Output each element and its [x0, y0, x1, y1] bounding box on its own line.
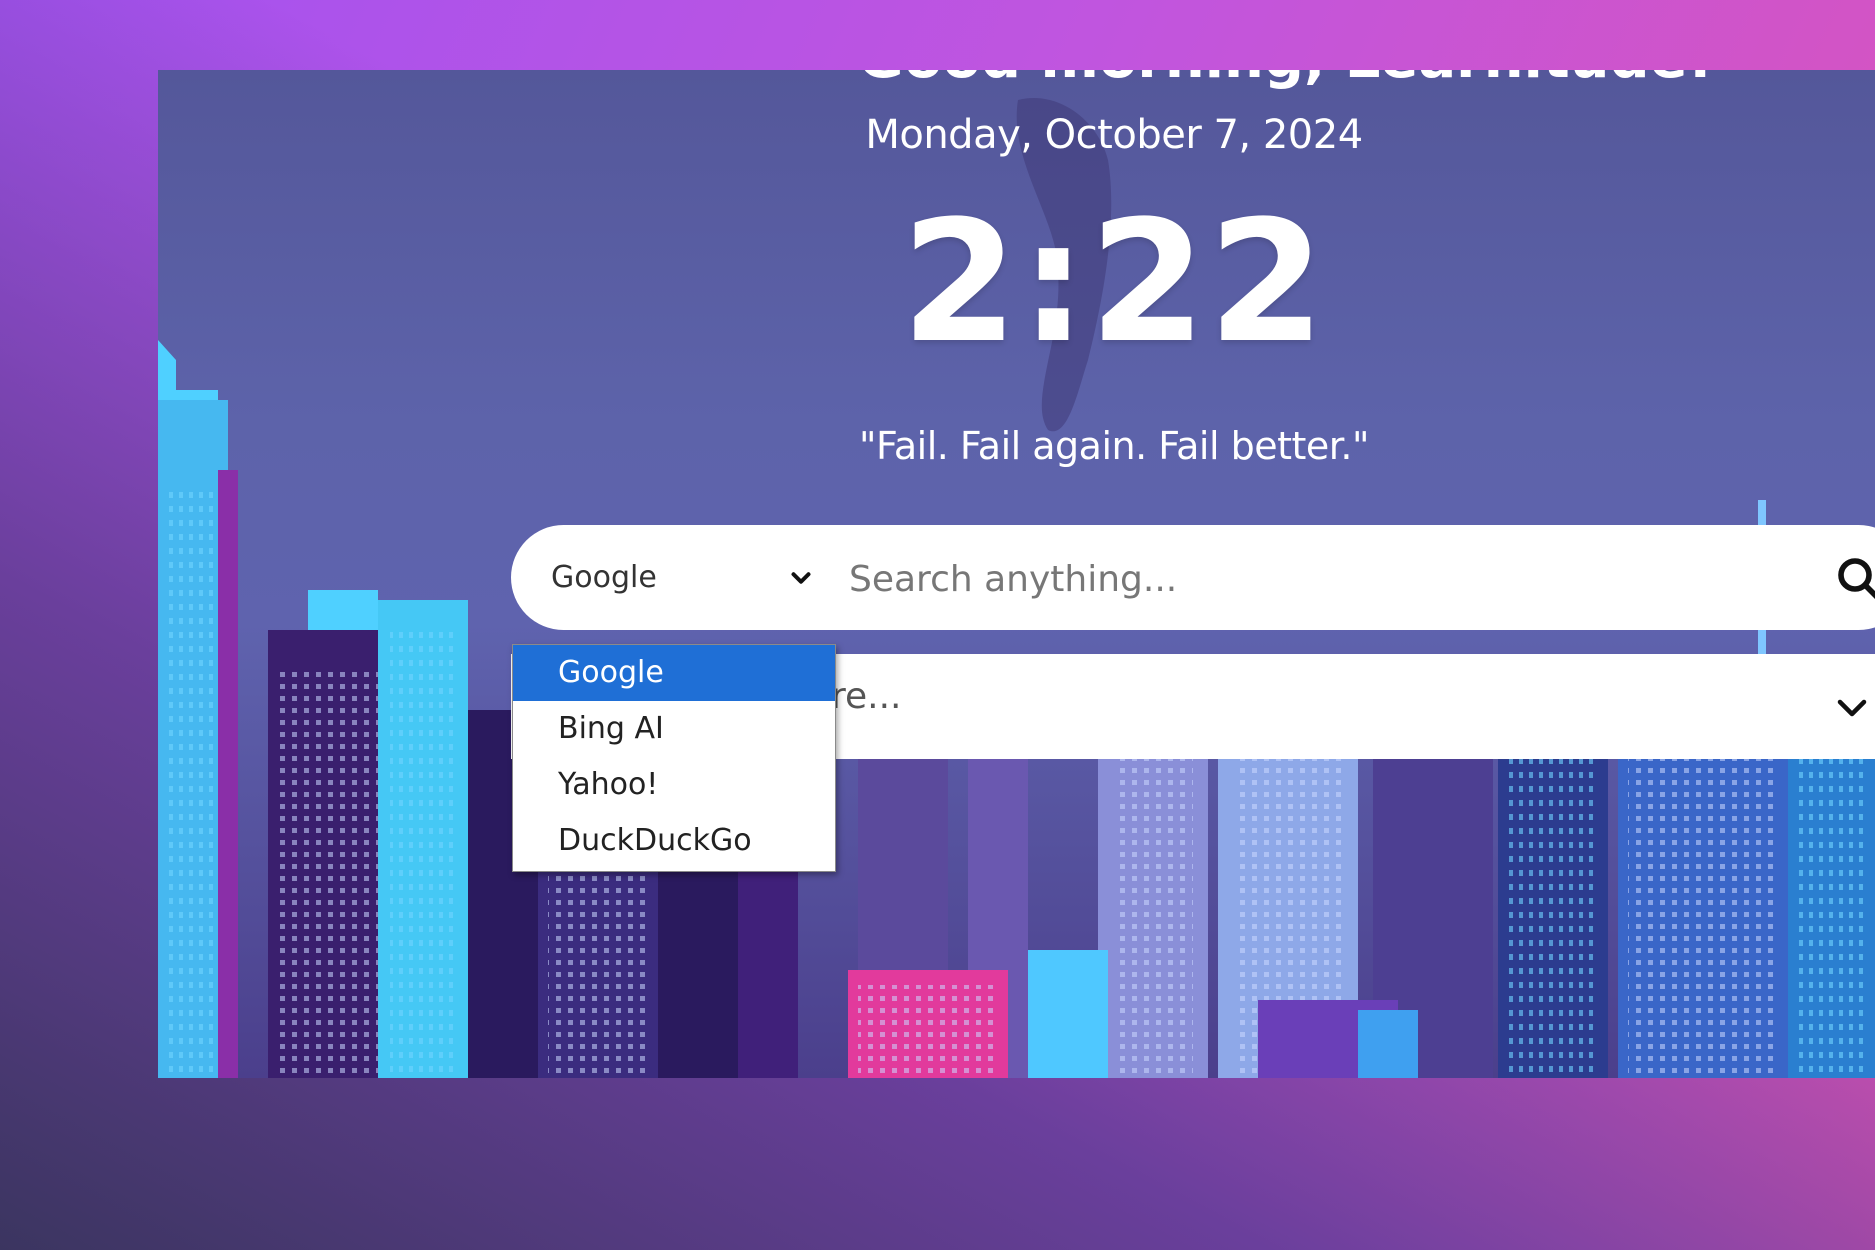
date-display: Monday, October 7, 2024 — [865, 112, 1363, 158]
quote-text: "Fail. Fail again. Fail better." — [859, 424, 1369, 468]
secondary-input-text: re... — [831, 676, 902, 717]
dropdown-option-google[interactable]: Google — [513, 645, 835, 701]
dropdown-option-yahoo[interactable]: Yahoo! — [513, 757, 835, 813]
chevron-down-icon — [791, 571, 811, 584]
clock-display: 2:22 — [901, 184, 1327, 380]
dropdown-option-bing-ai[interactable]: Bing AI — [513, 701, 835, 757]
search-icon[interactable] — [1835, 555, 1875, 603]
search-engine-selected: Google — [551, 560, 657, 595]
search-input[interactable] — [847, 543, 1811, 615]
search-engine-dropdown: Google Bing AI Yahoo! DuckDuckGo — [512, 644, 836, 872]
greeting-heading: Good morning, Learnitude! — [858, 70, 1713, 91]
dropdown-option-duckduckgo[interactable]: DuckDuckGo — [513, 813, 835, 869]
chevron-down-icon[interactable] — [1834, 690, 1870, 726]
search-engine-select[interactable]: Google — [551, 525, 826, 630]
new-tab-page: Good morning, Learnitude! Monday, Octobe… — [158, 70, 1875, 1078]
search-bar: Google — [511, 525, 1875, 630]
